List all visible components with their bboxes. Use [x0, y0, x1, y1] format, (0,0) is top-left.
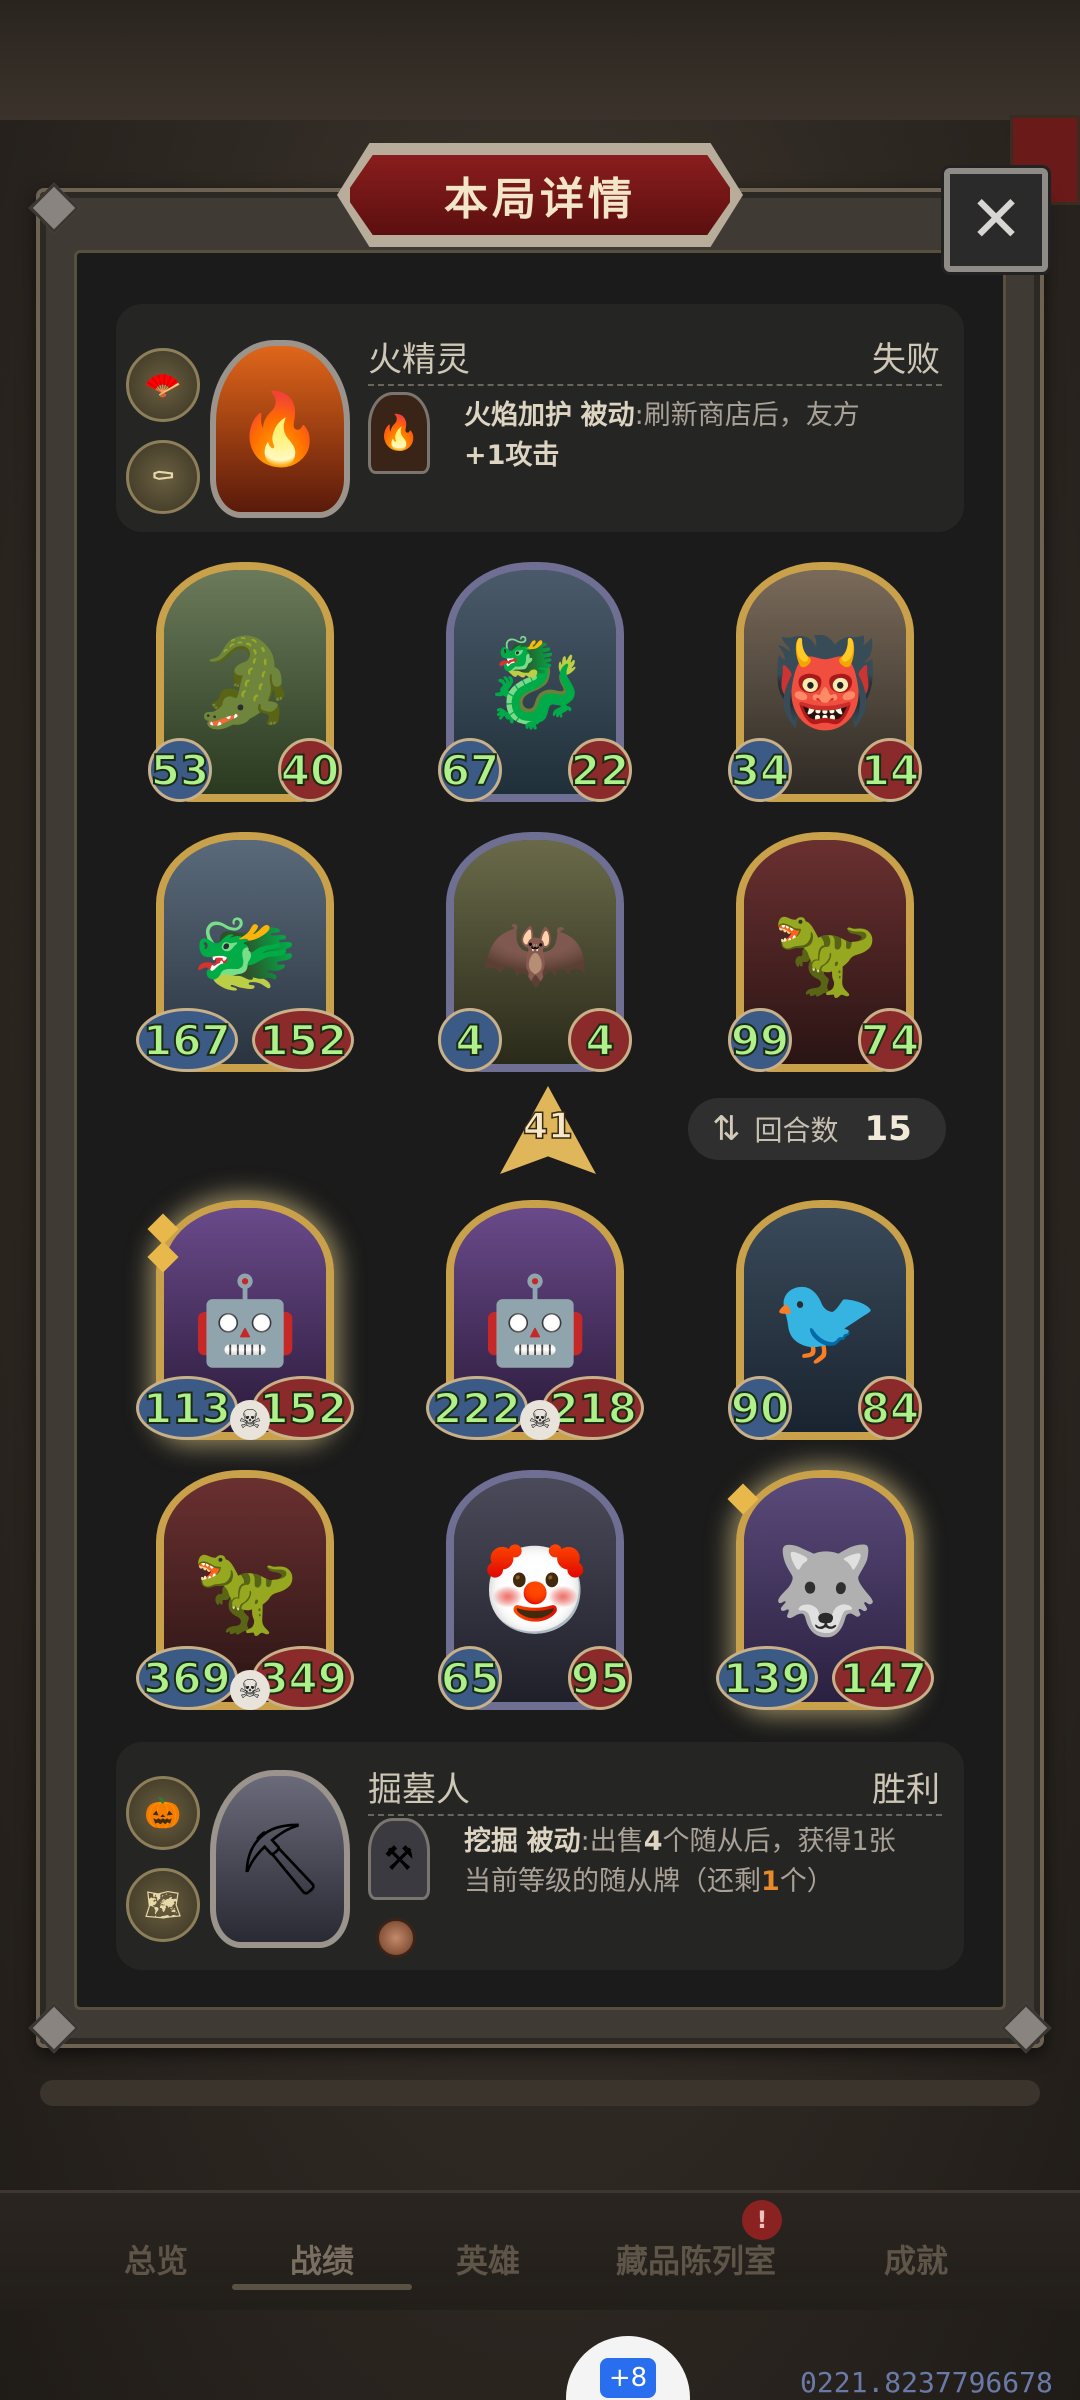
page-title: 本局详情	[444, 174, 636, 225]
round-label: 回合数	[754, 1114, 839, 1147]
skill-desc: :刷新商店后，友方	[634, 400, 860, 431]
background-top	[0, 0, 1080, 120]
skill-desc-num: 4	[643, 1826, 663, 1857]
health-value: 152	[252, 1008, 354, 1072]
health-value: 152	[252, 1376, 354, 1440]
skull-icon: ☠	[230, 1670, 270, 1710]
skill-type: 被动	[526, 1826, 581, 1857]
skill-name: 火焰加护	[464, 400, 572, 431]
nav-records[interactable]: 战绩	[290, 2236, 354, 2282]
player-skill-text: 挖掘 被动:出售4个随从后，获得1张 当前等级的随从牌（还剩1个）	[464, 1822, 984, 1902]
opponent-minion-card[interactable]: 🦖 99 74	[728, 832, 922, 1072]
round-value: 15	[864, 1109, 912, 1149]
nav-achievements[interactable]: 成就	[884, 2236, 948, 2282]
skill-type: 被动	[580, 400, 635, 431]
health-value: 4	[568, 1008, 632, 1072]
scroll-strip	[40, 2080, 1040, 2106]
health-value: 74	[858, 1008, 922, 1072]
attack-value: 65	[438, 1646, 502, 1710]
opponent-minion-card[interactable]: 👹 34 14	[728, 562, 922, 802]
attack-value: 139	[716, 1646, 818, 1710]
health-value: 147	[832, 1646, 934, 1710]
skill-desc-c: 个随从后，获得1张	[662, 1826, 896, 1857]
skill-desc2-num: 1	[761, 1866, 780, 1897]
skill-desc-a: :出售	[580, 1826, 644, 1857]
fan-icon[interactable]: 🪭	[126, 348, 200, 422]
nav-collection[interactable]: 藏品陈列室	[616, 2236, 776, 2282]
opponent-minion-card[interactable]: 🦇 4 4	[438, 832, 632, 1072]
player-minion-card[interactable]: 🤡 65 95	[438, 1470, 632, 1710]
map-icon[interactable]: 🗺	[126, 1868, 200, 1942]
health-value: 349	[252, 1646, 354, 1710]
player-minion-card[interactable]: 🤖 113 152 ☠	[136, 1200, 354, 1440]
opponent-skill-text: 火焰加护 被动:刷新商店后，友方 +1攻击	[464, 396, 984, 476]
player-hero-name: 掘墓人	[368, 1770, 470, 1810]
fire-shield-icon[interactable]: 🔥	[368, 392, 430, 474]
tier-value: 41	[522, 1105, 574, 1148]
health-value: 14	[858, 738, 922, 802]
coin-icon	[376, 1918, 416, 1958]
skill-desc2-c: 个）	[779, 1866, 834, 1897]
opponent-hero-name: 火精灵	[368, 340, 470, 380]
floating-button[interactable]: +8	[566, 2336, 690, 2400]
health-value: 218	[542, 1376, 644, 1440]
attack-value: 167	[136, 1008, 238, 1072]
attack-value: 67	[438, 738, 502, 802]
fire-spirit-icon[interactable]: 🔥	[210, 340, 350, 518]
health-value: 40	[278, 738, 342, 802]
opponent-minion-card[interactable]: 🐉 67 22	[438, 562, 632, 802]
player-minion-card[interactable]: 🤖 222 218 ☠	[426, 1200, 644, 1440]
watermark: 0221.8237796678	[800, 2366, 1053, 2399]
attack-value: 53	[148, 738, 212, 802]
attack-value: 369	[136, 1646, 238, 1710]
skull-icon: ☠	[230, 1400, 270, 1440]
health-value: 95	[568, 1646, 632, 1710]
attack-value: 113	[136, 1376, 238, 1440]
skull-icon: ☠	[520, 1400, 560, 1440]
nav-heroes[interactable]: 英雄	[456, 2236, 520, 2282]
nav-overview[interactable]: 总览	[124, 2236, 188, 2282]
opponent-minion-card[interactable]: 🐲 167 152	[136, 832, 354, 1072]
scarecrow-icon[interactable]: 🎃	[126, 1776, 200, 1850]
swap-icon: ⇅	[712, 1109, 741, 1149]
attack-value: 34	[728, 738, 792, 802]
player-minion-card[interactable]: 🦖 369 349 ☠	[136, 1470, 354, 1710]
skill-name: 挖掘	[464, 1826, 518, 1857]
close-button[interactable]: ✕	[944, 168, 1048, 272]
title-banner: 本局详情	[345, 150, 735, 240]
player-minion-card[interactable]: 🐺 139 147	[716, 1470, 934, 1710]
health-value: 22	[568, 738, 632, 802]
attack-value: 222	[426, 1376, 528, 1440]
notification-badge: !	[742, 2200, 782, 2240]
player-minion-card[interactable]: 🐦 90 84	[728, 1200, 922, 1440]
attack-value: 99	[728, 1008, 792, 1072]
coffin-icon[interactable]: ⚰	[126, 440, 200, 514]
skill-desc2-a: 当前等级的随从牌（还剩	[464, 1866, 761, 1897]
close-icon: ✕	[969, 183, 1023, 257]
player-result: 胜利	[872, 1770, 940, 1810]
nav-active-indicator	[232, 2284, 412, 2290]
floating-button-label: +8	[600, 2358, 656, 2398]
attack-value: 90	[728, 1376, 792, 1440]
dig-skill-icon[interactable]: ⚒	[368, 1818, 430, 1900]
opponent-result: 失败	[872, 340, 940, 380]
divider	[368, 384, 942, 386]
skill-desc-line2: +1攻击	[464, 440, 560, 471]
round-counter: ⇅ 回合数 15	[688, 1098, 946, 1160]
health-value: 84	[858, 1376, 922, 1440]
divider	[368, 1814, 942, 1816]
gravedigger-icon[interactable]: ⛏	[210, 1770, 350, 1948]
opponent-minion-card[interactable]: 🐊 53 40	[148, 562, 342, 802]
attack-value: 4	[438, 1008, 502, 1072]
